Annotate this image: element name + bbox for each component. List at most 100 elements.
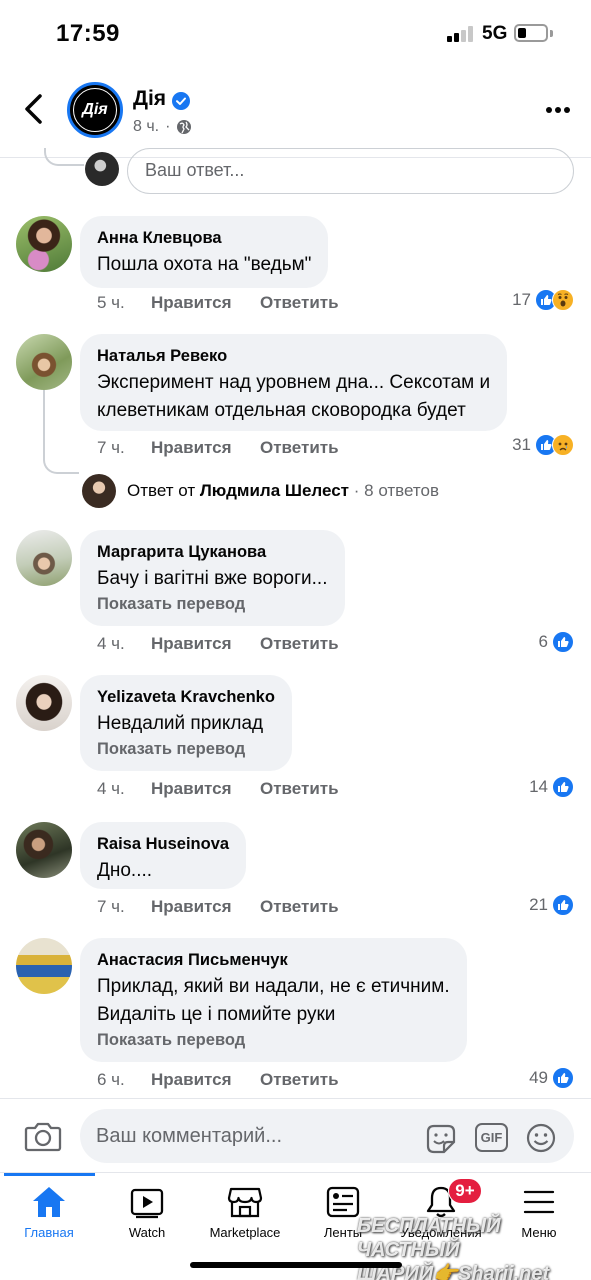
like-icon: [552, 1067, 574, 1089]
reply-input[interactable]: Ваш ответ...: [127, 148, 574, 194]
like-icon: [552, 894, 574, 916]
emoji-icon[interactable]: [524, 1122, 558, 1154]
comment-text: Невдалий приклад: [97, 713, 264, 734]
verified-icon: [172, 92, 190, 110]
reaction-count: 14: [529, 777, 548, 796]
thread-line: [43, 388, 45, 454]
tab-label: Marketplace: [209, 1225, 281, 1240]
battery-tip: [550, 30, 553, 37]
reaction-count: 6: [538, 632, 548, 651]
home-indicator[interactable]: [190, 1262, 402, 1268]
post-meta: 8 ч. ·: [133, 118, 192, 136]
network-type: 5G: [482, 23, 508, 44]
avatar[interactable]: [16, 938, 72, 994]
avatar[interactable]: [16, 822, 72, 878]
comment-actions: 4 ч. Нравится Ответить: [97, 634, 339, 654]
post-header: Дія Дія 8 ч. ·: [0, 68, 591, 158]
post-time: 8 ч.: [133, 118, 160, 135]
page-avatar[interactable]: Дія: [67, 82, 123, 138]
more-options-icon[interactable]: [545, 106, 571, 114]
sticker-icon[interactable]: [424, 1122, 458, 1154]
comment-composer: Ваш комментарий... GIF: [0, 1098, 591, 1172]
like-icon: [552, 776, 574, 798]
like-button[interactable]: Нравится: [151, 634, 260, 654]
view-replies-link[interactable]: Ответ от Людмила Шелест · 8 ответов: [82, 474, 439, 508]
comment-bubble: Наталья Ревеко Эксперимент над уровнем д…: [80, 334, 508, 431]
like-icon: [552, 631, 574, 653]
comment-author[interactable]: Наталья Ревеко: [97, 345, 490, 367]
tab-home[interactable]: Главная: [0, 1185, 98, 1255]
comment-author[interactable]: Yelizaveta Kravchenko: [97, 686, 275, 708]
comment-bubble: Маргарита Цуканова Бачу і вагітні вже во…: [80, 530, 345, 626]
avatar[interactable]: [16, 334, 72, 390]
comment-time: 7 ч.: [97, 438, 125, 457]
reply-button[interactable]: Ответить: [260, 634, 339, 654]
comment-time: 4 ч.: [97, 779, 125, 798]
status-time: 17:59: [56, 20, 120, 47]
show-translation-link[interactable]: Показать перевод: [97, 595, 328, 614]
comment-author[interactable]: Raisa Huseinova: [97, 833, 229, 855]
tab-watch[interactable]: Watch: [98, 1185, 196, 1255]
reactions[interactable]: 21: [529, 894, 574, 916]
wow-icon: [552, 289, 574, 311]
comment-time: 5 ч.: [97, 293, 125, 312]
status-bar: 17:59 5G: [0, 0, 591, 68]
globe-icon: [177, 120, 192, 134]
back-icon[interactable]: [20, 92, 48, 126]
reply-button[interactable]: Ответить: [260, 897, 339, 917]
like-button[interactable]: Нравится: [151, 438, 260, 458]
comment-author[interactable]: Анастасия Письменчук: [97, 949, 450, 971]
comment-text: Пошла охота на "ведьм": [97, 254, 312, 275]
page-logo: Дія: [73, 88, 117, 132]
sad-icon: [552, 434, 574, 456]
feeds-icon: [326, 1186, 360, 1218]
comment-bubble: Анна Клевцова Пошла охота на "ведьм": [80, 216, 329, 288]
reactions[interactable]: 17: [512, 289, 574, 311]
avatar[interactable]: [16, 216, 72, 272]
reply-button[interactable]: Ответить: [260, 1070, 339, 1090]
marketplace-icon: [227, 1187, 263, 1218]
comment-actions: 6 ч. Нравится Ответить: [97, 1070, 339, 1090]
signal-icon: [447, 26, 475, 42]
comment-text: Бачу і вагітні вже вороги...: [97, 568, 328, 589]
show-translation-link[interactable]: Показать перевод: [97, 1031, 450, 1050]
comment-bubble: Yelizaveta Kravchenko Невдалий приклад П…: [80, 675, 292, 771]
comment-bubble: Анастасия Письменчук Приклад, який ви на…: [80, 938, 467, 1062]
comment-author[interactable]: Анна Клевцова: [97, 227, 311, 249]
reactions[interactable]: 6: [539, 631, 574, 653]
reaction-count: 49: [529, 1068, 548, 1087]
replies-count: 8 ответов: [364, 481, 439, 500]
meta-dot: ·: [165, 118, 171, 135]
home-icon: [33, 1187, 65, 1217]
reply-button[interactable]: Ответить: [260, 438, 339, 458]
comment-actions: 5 ч. Нравится Ответить: [97, 293, 339, 313]
tab-marketplace[interactable]: Marketplace: [196, 1185, 294, 1255]
replies-prefix: Ответ от: [127, 481, 196, 500]
reply-button[interactable]: Ответить: [260, 293, 339, 313]
like-button[interactable]: Нравится: [151, 897, 260, 917]
like-button[interactable]: Нравится: [151, 1070, 260, 1090]
page-name[interactable]: Дія: [133, 87, 166, 111]
comment-text: Приклад, який ви надали, не є етичним. В…: [97, 976, 450, 1025]
gif-button[interactable]: GIF: [475, 1123, 508, 1152]
avatar[interactable]: [16, 530, 72, 586]
reactions[interactable]: 31: [512, 434, 574, 456]
reactions[interactable]: 49: [529, 1067, 574, 1089]
active-tab-indicator: [4, 1173, 95, 1176]
comment-text: Дно....: [97, 860, 153, 881]
like-button[interactable]: Нравится: [151, 293, 260, 313]
show-translation-link[interactable]: Показать перевод: [97, 740, 275, 759]
comment-author[interactable]: Маргарита Цуканова: [97, 541, 328, 563]
tab-label: Главная: [24, 1225, 74, 1240]
gif-label: GIF: [480, 1130, 503, 1145]
like-button[interactable]: Нравится: [151, 779, 260, 799]
camera-icon[interactable]: [24, 1120, 62, 1152]
watermark: БЕСПЛАТНЫЙ ЧАСТНЫЙ ШАРИЙ👉Sharij.net: [357, 1214, 591, 1280]
reply-row: Ваш ответ...: [0, 148, 591, 198]
reactions[interactable]: 14: [529, 776, 574, 798]
reply-button[interactable]: Ответить: [260, 779, 339, 799]
comment-actions: 7 ч. Нравится Ответить: [97, 897, 339, 917]
watermark-line: БЕСПЛАТНЫЙ ЧАСТНЫЙ: [357, 1215, 501, 1261]
avatar[interactable]: [16, 675, 72, 731]
watch-icon: [130, 1188, 164, 1219]
